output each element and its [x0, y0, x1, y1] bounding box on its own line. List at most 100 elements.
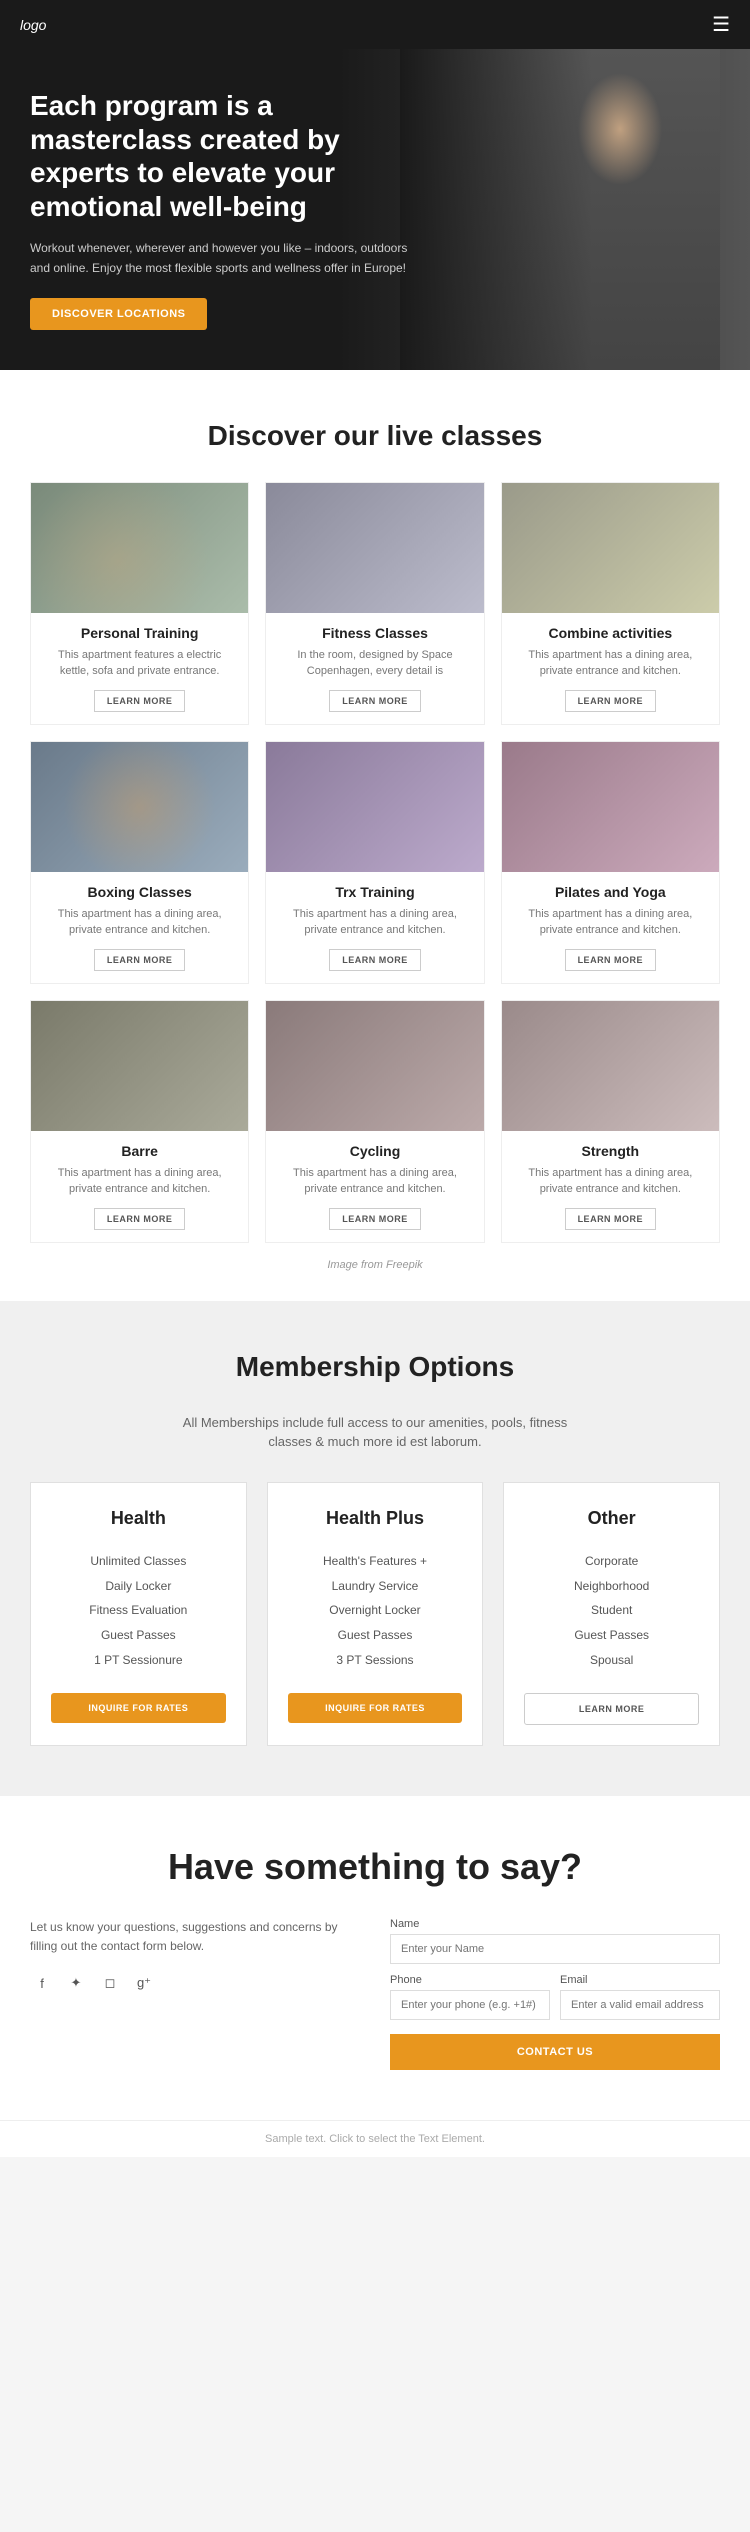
class-card-image [31, 483, 248, 613]
class-card-image [502, 1001, 719, 1131]
class-card-desc: This apartment has a dining area, privat… [278, 906, 471, 939]
class-card: Strength This apartment has a dining are… [501, 1000, 720, 1243]
learn-more-button[interactable]: LEARN MORE [329, 1208, 421, 1230]
class-card: Personal Training This apartment feature… [30, 482, 249, 725]
class-card-body: Cycling This apartment has a dining area… [266, 1131, 483, 1242]
class-card-body: Combine activities This apartment has a … [502, 613, 719, 724]
live-classes-section: Discover our live classes Personal Train… [0, 370, 750, 1301]
membership-inquire-button[interactable]: INQUIRE FOR RATES [288, 1693, 463, 1723]
class-card-title: Fitness Classes [278, 625, 471, 641]
classes-grid: Personal Training This apartment feature… [30, 482, 720, 1243]
class-card: Pilates and Yoga This apartment has a di… [501, 741, 720, 984]
class-card-image [266, 742, 483, 872]
membership-feature: Guest Passes [51, 1623, 226, 1648]
phone-label: Phone [390, 1974, 550, 1986]
learn-more-button[interactable]: LEARN MORE [565, 949, 657, 971]
contact-title: Have something to say? [30, 1846, 720, 1888]
membership-features-list: Unlimited ClassesDaily LockerFitness Eva… [51, 1549, 226, 1673]
hero-title: Each program is a masterclass created by… [30, 89, 410, 223]
contact-desc: Let us know your questions, suggestions … [30, 1918, 350, 1956]
learn-more-button[interactable]: LEARN MORE [94, 1208, 186, 1230]
membership-features-list: Health's Features +Laundry ServiceOverni… [288, 1549, 463, 1673]
phone-input[interactable] [390, 1990, 550, 2020]
membership-feature: Laundry Service [288, 1574, 463, 1599]
live-classes-title: Discover our live classes [30, 420, 720, 452]
hero-section: Each program is a masterclass created by… [0, 49, 750, 370]
class-card-body: Personal Training This apartment feature… [31, 613, 248, 724]
class-card-image [266, 1001, 483, 1131]
class-card-desc: This apartment has a dining area, privat… [43, 1165, 236, 1198]
footer-note: Sample text. Click to select the Text El… [0, 2120, 750, 2157]
membership-title: Membership Options [30, 1351, 720, 1383]
learn-more-button[interactable]: LEARN MORE [565, 1208, 657, 1230]
social-icons: f ✦ ◻ g⁺ [30, 1971, 350, 1995]
membership-feature: Health's Features + [288, 1549, 463, 1574]
membership-plan-title: Health Plus [288, 1508, 463, 1529]
learn-more-button[interactable]: LEARN MORE [565, 690, 657, 712]
membership-plan-title: Health [51, 1508, 226, 1529]
header: logo ☰ [0, 0, 750, 49]
contact-right: Name Phone Email CONTACT US [390, 1918, 720, 2070]
membership-card: Health Unlimited ClassesDaily LockerFitn… [30, 1482, 247, 1746]
class-card-desc: This apartment has a dining area, privat… [514, 1165, 707, 1198]
membership-features-list: CorporateNeighborhoodStudentGuest Passes… [524, 1549, 699, 1673]
membership-feature: Unlimited Classes [51, 1549, 226, 1574]
phone-email-row: Phone Email [390, 1974, 720, 2030]
class-card-body: Barre This apartment has a dining area, … [31, 1131, 248, 1242]
membership-inquire-button[interactable]: INQUIRE FOR RATES [51, 1693, 226, 1723]
class-card-body: Trx Training This apartment has a dining… [266, 872, 483, 983]
hero-content: Each program is a masterclass created by… [30, 89, 410, 330]
class-card-desc: This apartment features a electric kettl… [43, 647, 236, 680]
twitter-icon[interactable]: ✦ [64, 1971, 88, 1995]
class-card-title: Pilates and Yoga [514, 884, 707, 900]
class-card-title: Strength [514, 1143, 707, 1159]
membership-feature: Daily Locker [51, 1574, 226, 1599]
class-card-title: Cycling [278, 1143, 471, 1159]
membership-feature: 3 PT Sessions [288, 1648, 463, 1673]
facebook-icon[interactable]: f [30, 1971, 54, 1995]
membership-plan-title: Other [524, 1508, 699, 1529]
discover-locations-button[interactable]: DISCOVER LOCATIONS [30, 298, 207, 330]
menu-icon[interactable]: ☰ [712, 12, 730, 37]
class-card-image [31, 1001, 248, 1131]
instagram-icon[interactable]: ◻ [98, 1971, 122, 1995]
membership-feature: Guest Passes [524, 1623, 699, 1648]
membership-inquire-button[interactable]: LEARN MORE [524, 1693, 699, 1725]
class-card-desc: This apartment has a dining area, privat… [278, 1165, 471, 1198]
membership-section: Membership Options All Memberships inclu… [0, 1301, 750, 1796]
class-card: Cycling This apartment has a dining area… [265, 1000, 484, 1243]
contact-grid: Let us know your questions, suggestions … [30, 1918, 720, 2070]
contact-submit-button[interactable]: CONTACT US [390, 2034, 720, 2070]
class-card-image [502, 742, 719, 872]
class-card: Fitness Classes In the room, designed by… [265, 482, 484, 725]
class-card: Barre This apartment has a dining area, … [30, 1000, 249, 1243]
class-card-body: Boxing Classes This apartment has a dini… [31, 872, 248, 983]
email-label: Email [560, 1974, 720, 1986]
learn-more-button[interactable]: LEARN MORE [329, 949, 421, 971]
email-group: Email [560, 1974, 720, 2020]
membership-feature: Neighborhood [524, 1574, 699, 1599]
class-card-body: Fitness Classes In the room, designed by… [266, 613, 483, 724]
membership-feature: Fitness Evaluation [51, 1598, 226, 1623]
hero-image [400, 49, 720, 370]
learn-more-button[interactable]: LEARN MORE [329, 690, 421, 712]
class-card-image [31, 742, 248, 872]
class-card-body: Strength This apartment has a dining are… [502, 1131, 719, 1242]
membership-feature: 1 PT Sessionure [51, 1648, 226, 1673]
email-input[interactable] [560, 1990, 720, 2020]
membership-feature: Guest Passes [288, 1623, 463, 1648]
class-card-desc: This apartment has a dining area, privat… [514, 647, 707, 680]
class-card-title: Personal Training [43, 625, 236, 641]
membership-feature: Corporate [524, 1549, 699, 1574]
name-input[interactable] [390, 1934, 720, 1964]
membership-subtitle: All Memberships include full access to o… [165, 1413, 585, 1452]
hero-subtitle: Workout whenever, wherever and however y… [30, 239, 410, 277]
googleplus-icon[interactable]: g⁺ [132, 1971, 156, 1995]
learn-more-button[interactable]: LEARN MORE [94, 949, 186, 971]
class-card: Combine activities This apartment has a … [501, 482, 720, 725]
membership-feature: Overnight Locker [288, 1598, 463, 1623]
name-group: Name [390, 1918, 720, 1964]
learn-more-button[interactable]: LEARN MORE [94, 690, 186, 712]
membership-feature: Student [524, 1598, 699, 1623]
membership-card: Other CorporateNeighborhoodStudentGuest … [503, 1482, 720, 1746]
